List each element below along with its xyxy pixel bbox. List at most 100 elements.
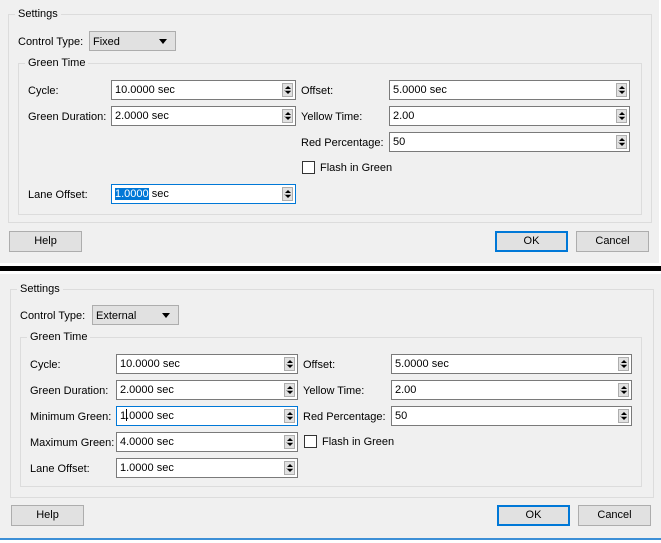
spin-up-icon[interactable]: [621, 360, 627, 363]
spin-buttons[interactable]: [284, 409, 295, 423]
cycle-value: 10.0000 sec: [115, 84, 175, 96]
spin-down-icon[interactable]: [621, 365, 627, 368]
green-time-group-label: Green Time: [27, 330, 91, 344]
spin-up-icon[interactable]: [285, 86, 291, 89]
spin-buttons[interactable]: [616, 109, 627, 123]
spin-buttons[interactable]: [284, 383, 295, 397]
spin-up-icon[interactable]: [285, 112, 291, 115]
spin-down-icon[interactable]: [619, 143, 625, 146]
green-duration-spinbox[interactable]: 2.0000 sec: [116, 380, 298, 400]
spin-up-icon[interactable]: [619, 138, 625, 141]
offset-spinbox[interactable]: 5.0000 sec: [389, 80, 630, 100]
lane-offset-value: 1.0000 sec: [120, 462, 174, 474]
flash-in-green-label[interactable]: Flash in Green: [322, 435, 394, 449]
spin-buttons[interactable]: [282, 187, 293, 201]
spin-buttons[interactable]: [284, 435, 295, 449]
green-time-group-label: Green Time: [25, 56, 89, 70]
settings-group-label: Settings: [17, 282, 63, 296]
offset-value: 5.0000 sec: [395, 358, 449, 370]
spin-down-icon[interactable]: [287, 391, 293, 394]
lane-offset-selected-text: 1.0000: [115, 188, 149, 200]
spin-buttons[interactable]: [618, 409, 629, 423]
cycle-label: Cycle:: [30, 359, 61, 371]
spin-up-icon[interactable]: [287, 360, 293, 363]
spin-down-icon[interactable]: [287, 365, 293, 368]
green-duration-spinbox[interactable]: 2.0000 sec: [111, 106, 296, 126]
yellow-time-spinbox[interactable]: 2.00: [389, 106, 630, 126]
maximum-green-label: Maximum Green:: [30, 437, 115, 449]
spin-up-icon[interactable]: [619, 86, 625, 89]
flash-in-green-label[interactable]: Flash in Green: [320, 161, 392, 175]
minimum-green-spinbox[interactable]: 1.0000 sec: [116, 406, 298, 426]
cancel-button[interactable]: Cancel: [578, 505, 651, 526]
red-percentage-value: 50: [395, 410, 408, 422]
spin-down-icon[interactable]: [287, 469, 293, 472]
minimum-green-label: Minimum Green:: [30, 411, 112, 423]
spin-buttons[interactable]: [282, 83, 293, 97]
divider: [0, 266, 661, 271]
lane-offset-label: Lane Offset:: [30, 463, 90, 475]
spin-down-icon[interactable]: [285, 195, 291, 198]
spin-up-icon[interactable]: [285, 190, 291, 193]
yellow-time-value: 2.00: [395, 384, 417, 396]
spin-buttons[interactable]: [618, 357, 629, 371]
green-duration-value: 2.0000 sec: [120, 384, 174, 396]
ok-button[interactable]: OK: [497, 505, 570, 526]
lane-offset-spinbox[interactable]: 1.0000 sec: [116, 458, 298, 478]
settings-dialog-fixed: Settings Control Type: Fixed Green Time …: [0, 0, 659, 263]
ok-button[interactable]: OK: [495, 231, 568, 252]
spin-buttons[interactable]: [618, 383, 629, 397]
help-button[interactable]: Help: [9, 231, 82, 252]
spin-down-icon[interactable]: [287, 417, 293, 420]
green-duration-label: Green Duration:: [30, 385, 109, 397]
red-percentage-spinbox[interactable]: 50: [389, 132, 630, 152]
spin-up-icon[interactable]: [287, 464, 293, 467]
red-percentage-value: 50: [393, 136, 406, 148]
cycle-spinbox[interactable]: 10.0000 sec: [116, 354, 298, 374]
maximum-green-value: 4.0000 sec: [120, 436, 174, 448]
red-percentage-spinbox[interactable]: 50: [391, 406, 632, 426]
cancel-button[interactable]: Cancel: [576, 231, 649, 252]
green-duration-label: Green Duration:: [28, 111, 107, 123]
chevron-down-icon: [162, 313, 170, 318]
spin-buttons[interactable]: [616, 135, 627, 149]
yellow-time-spinbox[interactable]: 2.00: [391, 380, 632, 400]
spin-down-icon[interactable]: [621, 417, 627, 420]
spin-up-icon[interactable]: [619, 112, 625, 115]
spin-buttons[interactable]: [284, 461, 295, 475]
spin-down-icon[interactable]: [285, 91, 291, 94]
control-type-select[interactable]: Fixed: [89, 31, 176, 51]
lane-offset-spinbox[interactable]: 1.0000 sec: [111, 184, 296, 204]
spin-buttons[interactable]: [282, 109, 293, 123]
help-button[interactable]: Help: [11, 505, 84, 526]
spin-buttons[interactable]: [616, 83, 627, 97]
flash-in-green-checkbox[interactable]: [302, 161, 315, 174]
chevron-down-icon: [159, 39, 167, 44]
spin-down-icon[interactable]: [619, 91, 625, 94]
control-type-select[interactable]: External: [92, 305, 179, 325]
offset-spinbox[interactable]: 5.0000 sec: [391, 354, 632, 374]
window-bottom-border: [0, 538, 661, 540]
spin-down-icon[interactable]: [619, 117, 625, 120]
spin-up-icon[interactable]: [287, 438, 293, 441]
spin-down-icon[interactable]: [285, 117, 291, 120]
control-type-label: Control Type:: [20, 310, 86, 322]
cycle-spinbox[interactable]: 10.0000 sec: [111, 80, 296, 100]
flash-in-green-checkbox[interactable]: [304, 435, 317, 448]
control-type-label: Control Type:: [18, 36, 84, 48]
spin-down-icon[interactable]: [621, 391, 627, 394]
spin-up-icon[interactable]: [621, 386, 627, 389]
yellow-time-value: 2.00: [393, 110, 415, 122]
lane-offset-unit: sec: [148, 188, 169, 200]
red-percentage-label: Red Percentage:: [303, 411, 386, 423]
spin-up-icon[interactable]: [287, 386, 293, 389]
control-type-value: Fixed: [93, 36, 120, 48]
green-duration-value: 2.0000 sec: [115, 110, 169, 122]
maximum-green-spinbox[interactable]: 4.0000 sec: [116, 432, 298, 452]
spin-buttons[interactable]: [284, 357, 295, 371]
spin-down-icon[interactable]: [287, 443, 293, 446]
offset-label: Offset:: [303, 359, 336, 371]
control-type-value: External: [96, 310, 137, 322]
spin-up-icon[interactable]: [621, 412, 627, 415]
spin-up-icon[interactable]: [287, 412, 293, 415]
